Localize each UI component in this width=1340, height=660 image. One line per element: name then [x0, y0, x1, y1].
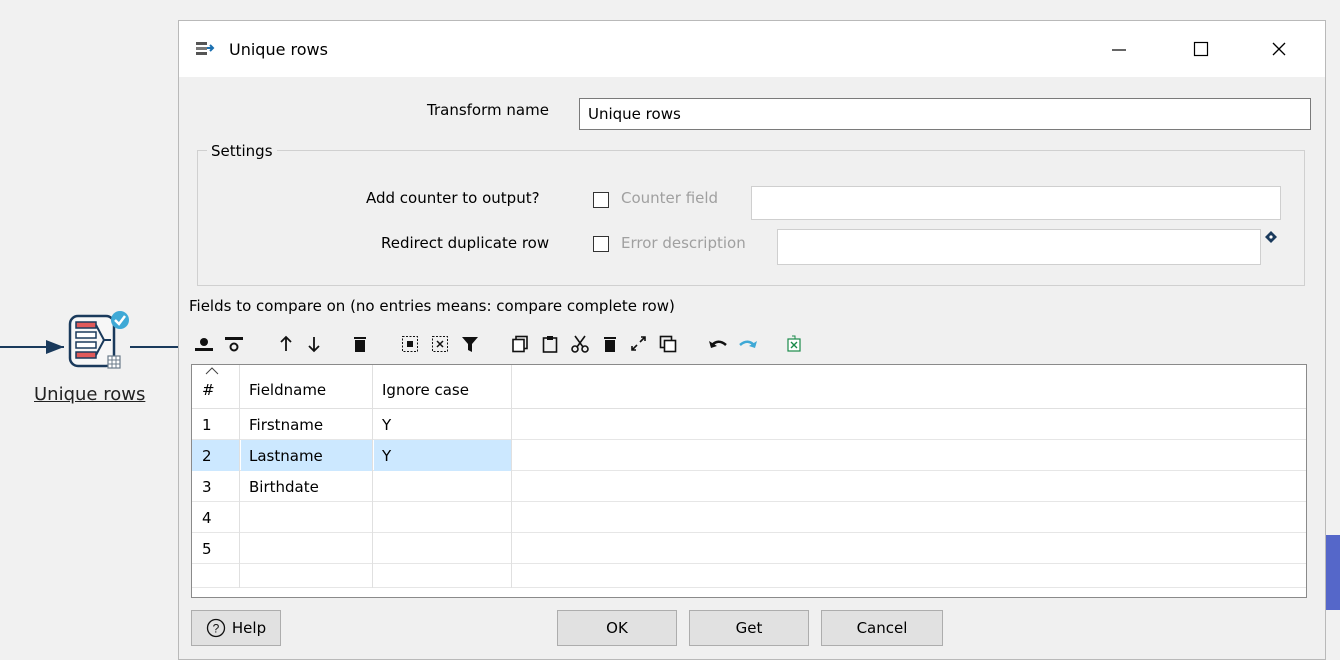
error-description-input[interactable] [777, 229, 1261, 265]
column-header-number[interactable]: # [192, 365, 240, 409]
variable-diamond-icon[interactable] [1265, 231, 1277, 243]
transform-icon [196, 42, 215, 55]
table-header: # Fieldname Ignore case [192, 365, 1306, 409]
table-row[interactable]: 2 Lastname Y [192, 440, 1306, 471]
row-number [192, 564, 240, 588]
add-counter-checkbox[interactable] [593, 192, 609, 208]
title-bar[interactable]: Unique rows [179, 21, 1325, 77]
column-header-ignore-case[interactable]: Ignore case [374, 365, 512, 409]
help-button-label: Help [231, 619, 267, 637]
fieldname-cell[interactable] [241, 502, 373, 533]
row-number: 3 [192, 471, 240, 502]
row-number: 1 [192, 409, 240, 440]
fieldname-cell[interactable]: Lastname [241, 440, 373, 471]
fields-caption: Fields to compare on (no entries means: … [189, 297, 675, 315]
maximize-button[interactable] [1181, 31, 1221, 67]
svg-text:?: ? [213, 622, 220, 636]
counter-field-input[interactable] [751, 186, 1281, 220]
error-description-label: Error description [621, 234, 746, 252]
undo-icon[interactable] [707, 332, 729, 356]
help-button[interactable]: ? Help [191, 610, 281, 646]
dialog-title: Unique rows [229, 40, 328, 59]
table-row[interactable]: 5 [192, 533, 1306, 564]
outgoing-hop[interactable] [130, 346, 178, 348]
unique-rows-dialog: Unique rows Transform name Unique rows S… [178, 20, 1326, 660]
expand-icon[interactable] [627, 332, 649, 356]
redirect-duplicate-label: Redirect duplicate row [381, 234, 550, 252]
row-number: 5 [192, 533, 240, 564]
table-row[interactable]: 1 Firstname Y [192, 409, 1306, 440]
hop-arrow-icon [46, 340, 64, 354]
redirect-duplicate-checkbox[interactable] [593, 236, 609, 252]
filter-icon[interactable] [459, 332, 481, 356]
delete-row-icon[interactable] [223, 332, 245, 356]
get-button[interactable]: Get [689, 610, 809, 646]
table-row[interactable]: 3 Birthdate [192, 471, 1306, 502]
ignore-case-cell[interactable] [374, 471, 512, 502]
transform-name-input[interactable]: Unique rows [579, 98, 1311, 130]
cut-icon[interactable] [569, 332, 591, 356]
fieldname-cell[interactable] [241, 564, 373, 588]
delete-icon[interactable] [349, 332, 371, 356]
paste-icon[interactable] [539, 332, 561, 356]
column-header-number-label: # [202, 381, 215, 399]
ignore-case-cell[interactable] [374, 533, 512, 564]
fieldname-cell[interactable]: Firstname [241, 409, 373, 440]
move-down-icon[interactable] [303, 332, 325, 356]
unique-rows-transform-icon[interactable] [64, 310, 130, 376]
clear-selection-icon[interactable] [429, 332, 451, 356]
redo-icon[interactable] [737, 332, 759, 356]
export-icon[interactable] [783, 332, 805, 356]
transform-label[interactable]: Unique rows [34, 384, 145, 405]
fields-table[interactable]: # Fieldname Ignore case 1 Firstname Y 2 … [191, 364, 1307, 598]
ignore-case-cell[interactable]: Y [374, 409, 512, 440]
transform-name-value: Unique rows [588, 105, 681, 123]
close-button[interactable] [1259, 31, 1299, 67]
add-counter-label: Add counter to output? [366, 189, 540, 207]
delete-selected-icon[interactable] [599, 332, 621, 356]
copy-icon[interactable] [509, 332, 531, 356]
move-up-icon[interactable] [275, 332, 297, 356]
insert-row-icon[interactable] [193, 332, 215, 356]
select-all-icon[interactable] [399, 332, 421, 356]
cancel-button[interactable]: Cancel [821, 610, 943, 646]
fieldname-cell[interactable] [241, 533, 373, 564]
row-number: 4 [192, 502, 240, 533]
settings-legend: Settings [207, 142, 277, 160]
ignore-case-cell[interactable] [374, 564, 512, 588]
maximize-icon [1193, 41, 1209, 57]
fieldname-cell[interactable]: Birthdate [241, 471, 373, 502]
counter-field-label: Counter field [621, 189, 719, 207]
ignore-case-cell[interactable] [374, 502, 512, 533]
row-number: 2 [192, 440, 240, 471]
minimize-icon [1112, 49, 1126, 51]
ignore-case-cell[interactable]: Y [374, 440, 512, 471]
table-row[interactable] [192, 564, 1306, 588]
sort-ascending-icon [205, 367, 219, 375]
column-header-fieldname[interactable]: Fieldname [241, 365, 373, 409]
table-toolbar [193, 332, 953, 356]
help-icon: ? [206, 618, 226, 638]
minimize-button[interactable] [1099, 31, 1139, 67]
table-row[interactable]: 4 [192, 502, 1306, 533]
ok-button[interactable]: OK [557, 610, 677, 646]
duplicate-icon[interactable] [657, 332, 679, 356]
transform-name-label: Transform name [427, 101, 549, 119]
close-icon [1272, 42, 1286, 56]
